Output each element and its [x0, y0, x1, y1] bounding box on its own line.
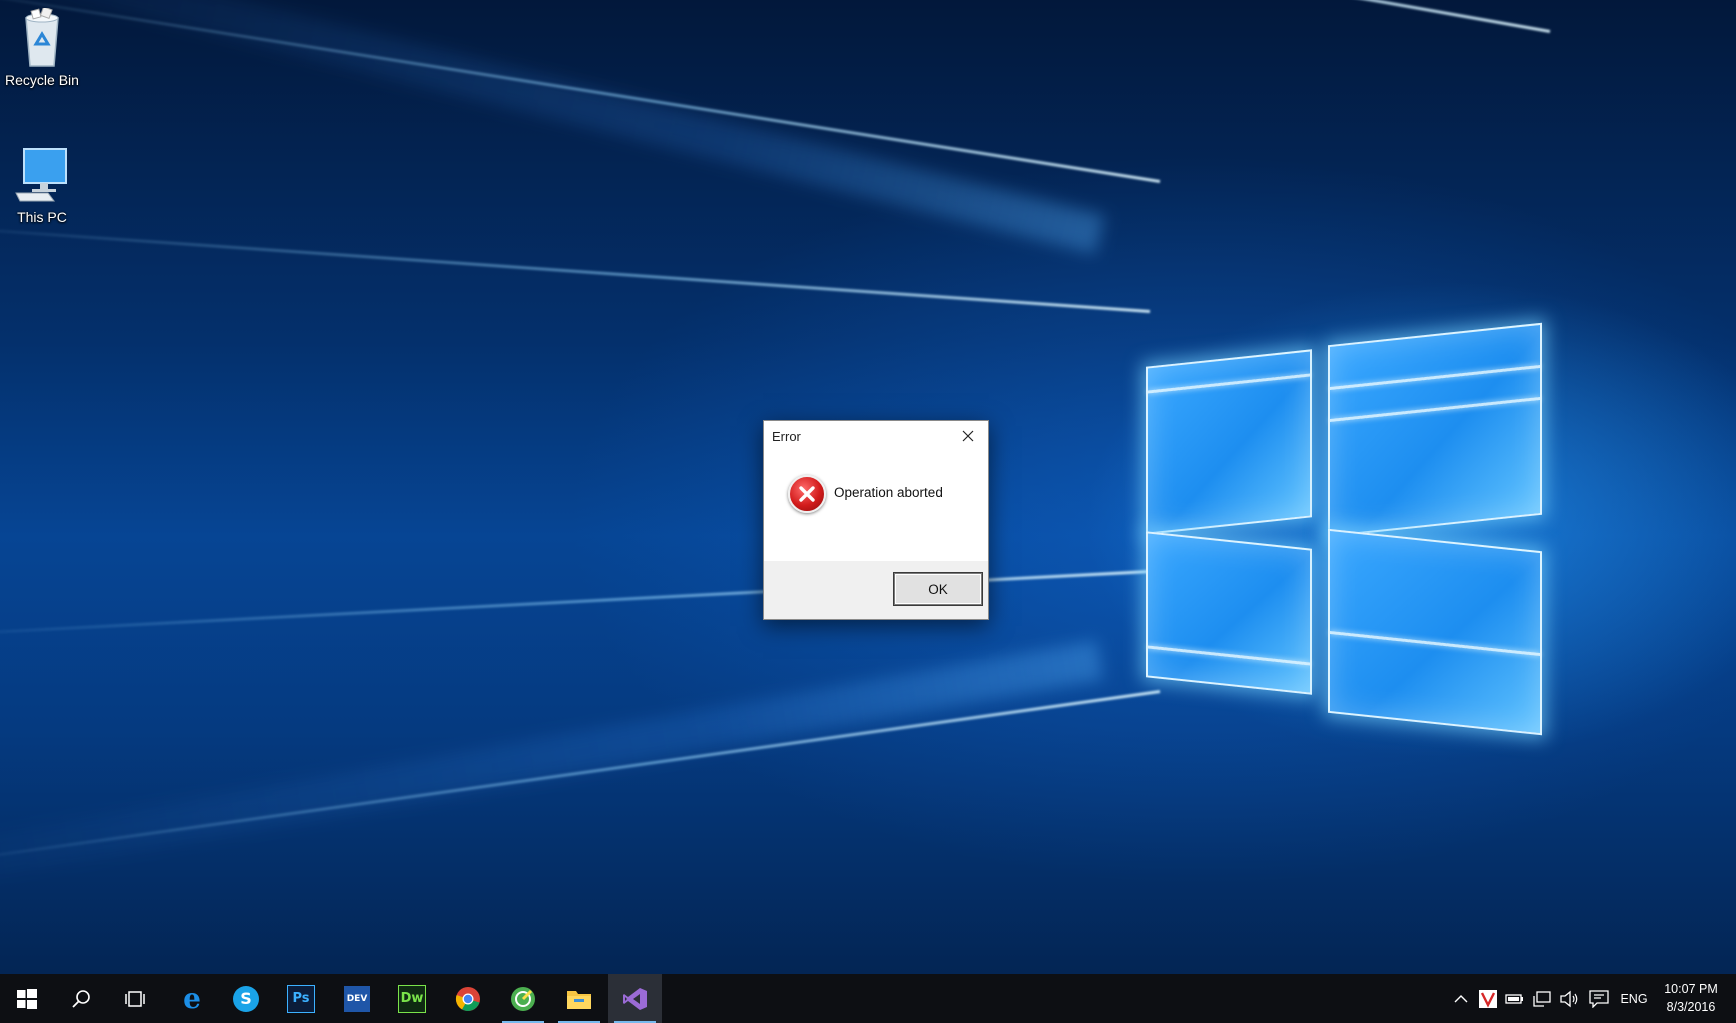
dialog-message: Operation aborted — [834, 485, 943, 500]
desktop: Recycle Bin This PC Error Operation abor… — [0, 0, 1736, 974]
desktop-icon-this-pc[interactable]: This PC — [0, 145, 84, 225]
dialog-title: Error — [772, 429, 801, 444]
tray-battery-button[interactable] — [1502, 974, 1528, 1023]
file-explorer-icon — [567, 990, 591, 1009]
search-icon — [72, 989, 90, 1008]
network-icon — [1533, 990, 1551, 1007]
logo-pane-bottom-right — [1328, 528, 1542, 736]
task-view-icon — [125, 990, 145, 1007]
tray-app-button[interactable] — [1475, 974, 1501, 1023]
tray-volume-button[interactable] — [1556, 974, 1582, 1023]
tray-overflow-button[interactable] — [1448, 974, 1474, 1023]
close-icon — [962, 430, 974, 442]
this-pc-icon — [14, 145, 70, 205]
language-indicator[interactable]: ENG — [1614, 974, 1654, 1023]
recycle-bin-icon — [14, 6, 70, 68]
error-icon — [788, 475, 826, 513]
clock-date: 8/3/2016 — [1666, 1000, 1716, 1014]
action-center-button[interactable] — [1585, 974, 1613, 1023]
dialog-body: Operation aborted — [764, 453, 988, 559]
desktop-icon-recycle-bin[interactable]: Recycle Bin — [0, 6, 84, 88]
wallpaper-beam — [0, 222, 1151, 313]
wallpaper-beam — [0, 0, 1105, 255]
start-button[interactable] — [0, 974, 54, 1023]
dreamweaver-icon: Dw — [398, 984, 426, 1013]
green-app-icon — [511, 986, 535, 1011]
visual-studio-icon — [623, 987, 647, 1010]
action-center-icon — [1589, 989, 1609, 1008]
volume-icon — [1560, 990, 1578, 1007]
v-app-tray-icon — [1479, 989, 1497, 1008]
ok-button[interactable]: OK — [894, 573, 982, 605]
close-button[interactable] — [948, 421, 988, 451]
taskbar-app-visual-studio[interactable] — [608, 974, 662, 1023]
taskbar-app-file-explorer[interactable] — [552, 974, 606, 1023]
desktop-icon-label: Recycle Bin — [5, 72, 79, 88]
clock[interactable]: 10:07 PM 8/3/2016 — [1654, 980, 1728, 1016]
logo-pane-bottom-left — [1146, 531, 1312, 695]
logo-pane-top-left — [1146, 349, 1312, 535]
error-dialog: Error Operation aborted OK — [763, 420, 989, 620]
search-button[interactable] — [54, 974, 108, 1023]
taskbar: e S Ps DEV Dw ENG 10:07 PM 8/3/2016 — [0, 974, 1736, 1023]
edge-icon: e — [183, 982, 201, 1015]
windows-start-icon — [17, 988, 37, 1009]
tray-network-button[interactable] — [1529, 974, 1555, 1023]
taskbar-app-dev[interactable]: DEV — [330, 974, 384, 1023]
logo-pane-top-right — [1328, 322, 1542, 538]
chevron-up-icon — [1454, 994, 1468, 1002]
photoshop-icon: Ps — [287, 984, 315, 1013]
skype-icon: S — [233, 985, 259, 1012]
desktop-icon-label: This PC — [17, 209, 67, 225]
taskbar-app-chrome[interactable] — [441, 974, 495, 1023]
clock-time: 10:07 PM — [1664, 982, 1718, 996]
taskbar-app-dreamweaver[interactable]: Dw — [385, 974, 439, 1023]
chrome-icon — [455, 986, 480, 1011]
dialog-titlebar[interactable]: Error — [764, 421, 988, 453]
dev-app-icon: DEV — [344, 985, 370, 1012]
wallpaper-beam — [0, 640, 1104, 906]
taskbar-app-green[interactable] — [496, 974, 550, 1023]
taskbar-app-photoshop[interactable]: Ps — [274, 974, 328, 1023]
battery-icon — [1505, 993, 1523, 1004]
dialog-footer: OK — [764, 561, 988, 619]
taskbar-app-skype[interactable]: S — [219, 974, 273, 1023]
taskbar-app-edge[interactable]: e — [165, 974, 219, 1023]
task-view-button[interactable] — [108, 974, 162, 1023]
